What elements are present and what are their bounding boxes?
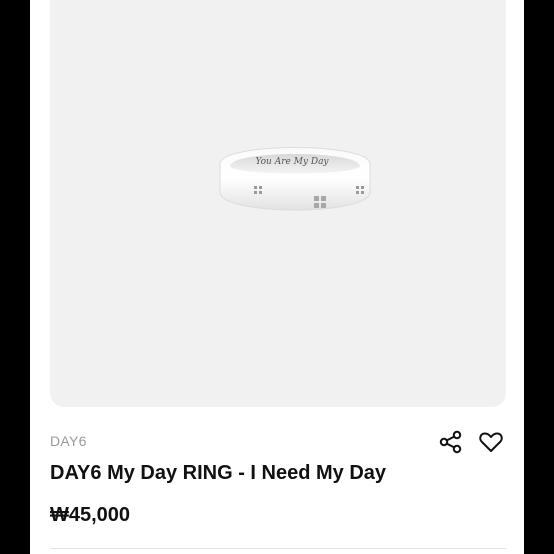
product-image[interactable]: You Are My Day (50, 0, 506, 407)
brand-name[interactable]: DAY6 (50, 433, 87, 449)
divider (50, 548, 506, 549)
ring-engraving: You Are My Day (255, 157, 329, 167)
share-button[interactable] (437, 428, 465, 456)
heart-icon (479, 432, 503, 452)
product-title: DAY6 My Day RING - I Need My Day (50, 462, 387, 484)
like-button[interactable] (477, 428, 505, 456)
product-detail-page: You Are My Day DAY6 DAY6 My Day RING - I… (30, 0, 524, 554)
product-price: ₩45,000 (50, 504, 131, 526)
share-icon (439, 430, 462, 454)
ring-image: You Are My Day (219, 147, 371, 211)
